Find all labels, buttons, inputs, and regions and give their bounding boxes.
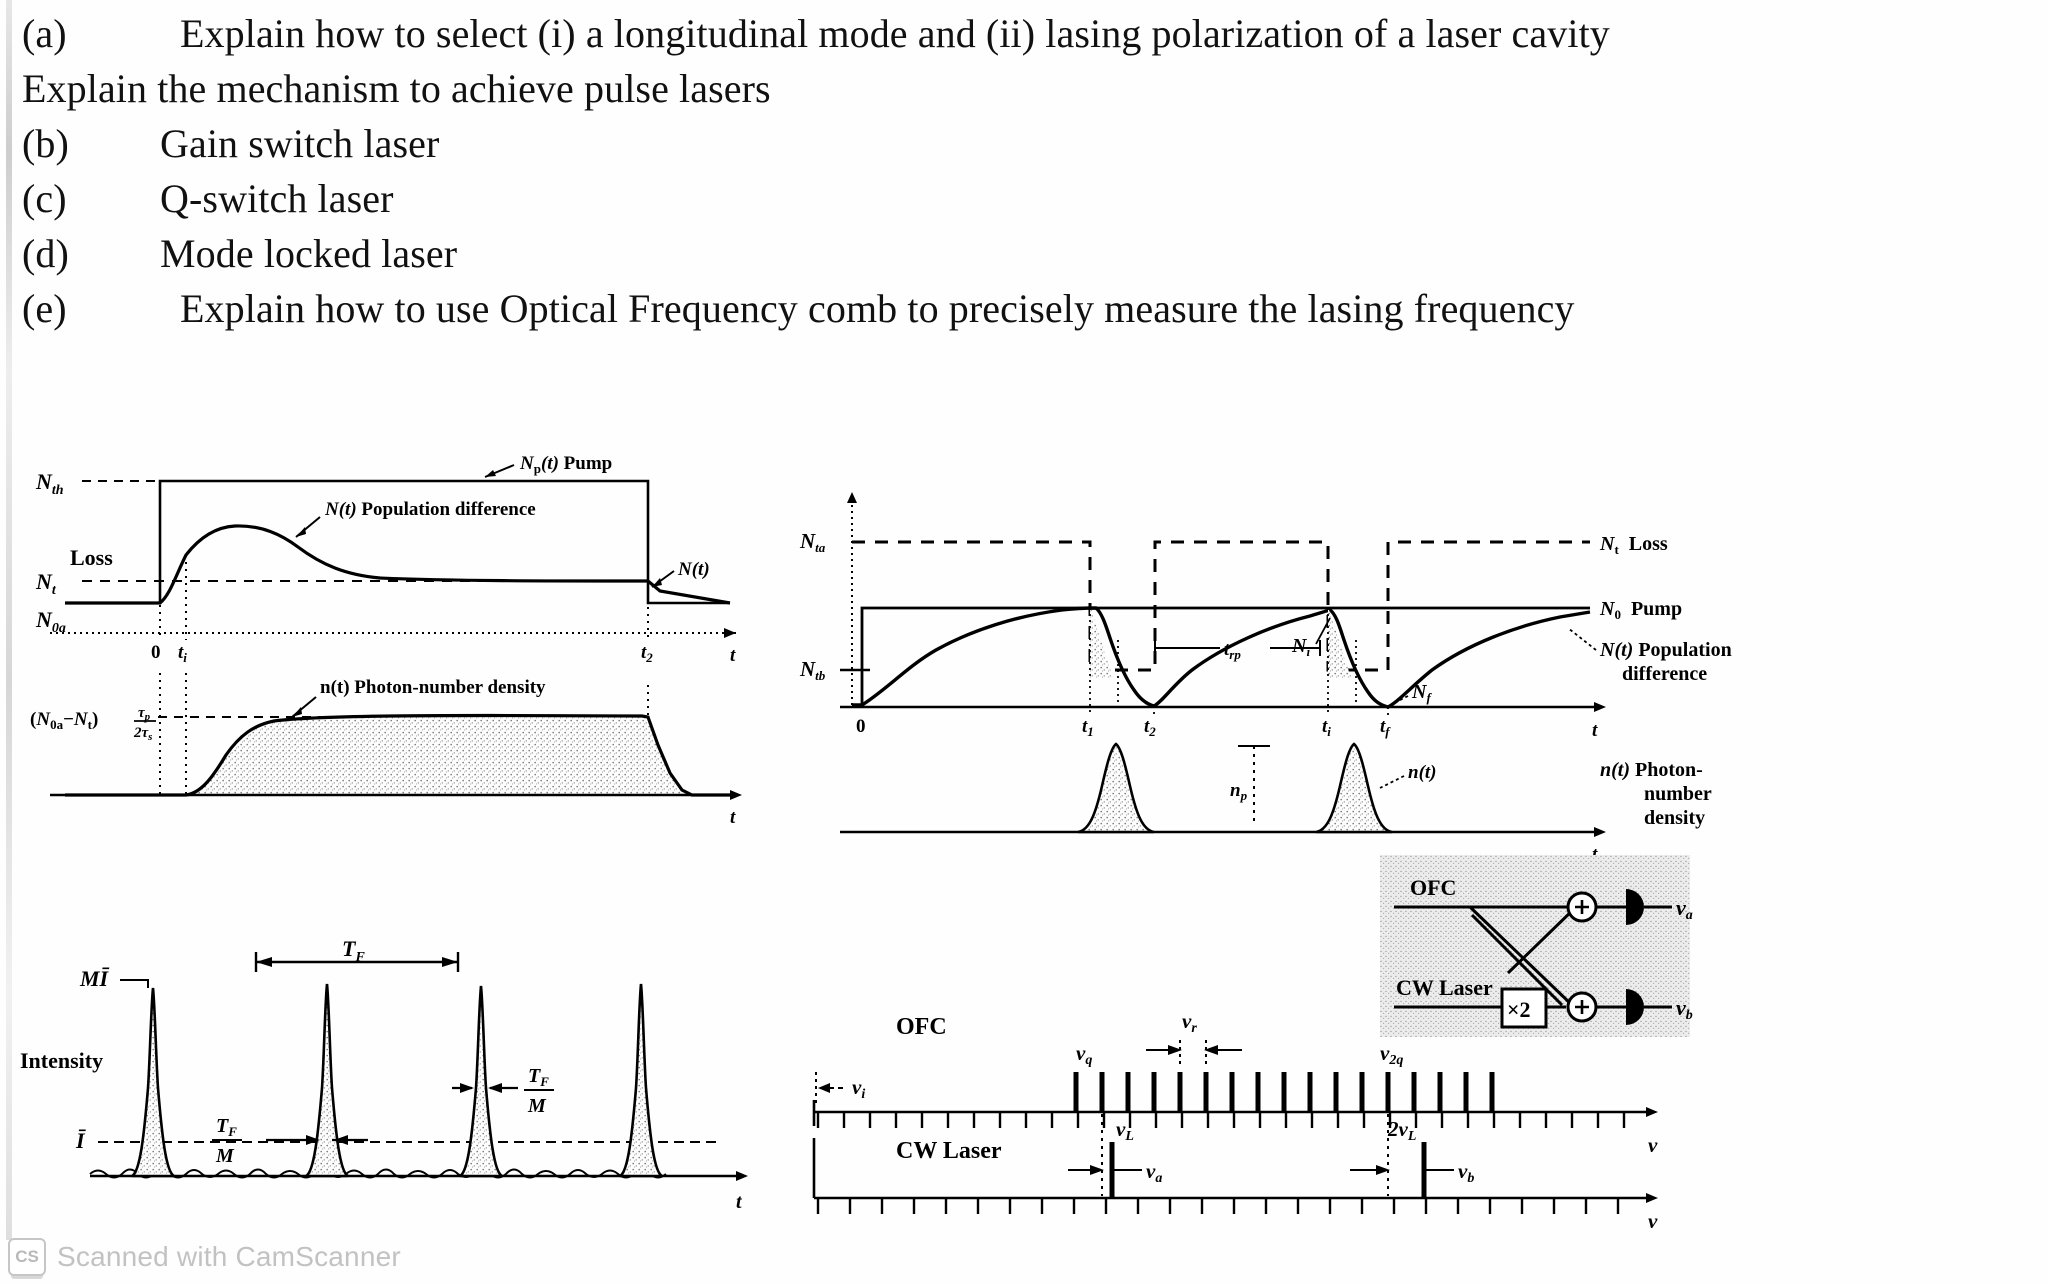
tick-t2: t2	[1144, 716, 1156, 739]
tick-ti: ti	[178, 642, 187, 665]
label-2nu-L: 2νL	[1387, 1117, 1416, 1144]
label-n-0a: N0a	[35, 607, 66, 636]
label-output-nu-a: νa	[1676, 895, 1693, 923]
question-item: (a) Explain how to select (i) a longitud…	[22, 6, 2012, 61]
axis-label-t: t	[736, 1191, 743, 1213]
question-text: Mode locked laser	[160, 231, 458, 276]
question-label: (a)	[22, 11, 67, 56]
axis-label-t-bottom: t	[730, 807, 736, 828]
label-nu-2q: ν2q	[1380, 1041, 1403, 1068]
label-intensity: Intensity	[20, 1048, 103, 1073]
label-loss: Loss	[70, 545, 113, 570]
label-Ibar: Ī	[75, 1128, 86, 1153]
figure-ofc-block-diagram: ×2 OFC CW Laser νa νb	[1380, 855, 1740, 1045]
label-ofc-title: OFC	[896, 1014, 947, 1040]
question-label: (e)	[22, 286, 67, 331]
legend-population: N(t) Population	[1599, 639, 1732, 661]
label-nu-b: νb	[1458, 1159, 1474, 1186]
camscanner-logo: CS	[8, 1238, 46, 1276]
axis-label-nu-upper: ν	[1648, 1133, 1658, 1157]
question-text: Q-switch laser	[160, 176, 394, 221]
figure-q-switch: trp Ni Nf Nta Ntb Nt Loss N0 Pump N(t) P…	[799, 480, 1732, 870]
label-nu-a: νa	[1146, 1159, 1162, 1186]
axis-label-t-upper: t	[1592, 720, 1598, 741]
figure-mode-locked: TF MĪ Ī Intensity TF M TF M t	[20, 936, 780, 1230]
question-text: Explain how to use Optical Frequency com…	[180, 286, 1575, 331]
label-cw-title: CW Laser	[896, 1138, 1002, 1164]
tick-zero: 0	[856, 716, 866, 737]
tick-zero: 0	[151, 642, 161, 663]
figure-gain-switch: Nth Nt N0a Loss Np(t) Pump N(t) Populati…	[30, 453, 790, 845]
question-item: (b) Gain switch laser	[22, 116, 2012, 171]
label-N-f: Nf	[1411, 681, 1432, 705]
pulse-group	[131, 983, 663, 1178]
scanned-page: (a) Explain how to select (i) a longitud…	[0, 0, 2048, 1284]
label-output-nu-b: νb	[1676, 995, 1693, 1023]
label-TF-num-left: TF	[216, 1115, 237, 1139]
label-population-difference: N(t) Population difference	[324, 499, 536, 520]
page-binding-edge	[6, 0, 12, 1240]
legend-pump: N0 Pump	[1599, 598, 1682, 622]
question-list: (a) Explain how to select (i) a longitud…	[22, 4, 2012, 336]
comb-lines	[1073, 1072, 1495, 1112]
label-TF-num-right: TF	[528, 1065, 549, 1089]
label-nu-r: νr	[1182, 1009, 1197, 1036]
label-photon-number-density: n(t) Photon-number density	[320, 677, 546, 698]
label-n-p: np	[1230, 780, 1248, 803]
label-nu-q: νq	[1076, 1041, 1092, 1068]
label-M-Ibar: MĪ	[79, 966, 110, 991]
label-tau-s: 2τs	[133, 725, 152, 743]
label-ofc-input: OFC	[1410, 875, 1456, 900]
tick-t2: t2	[641, 642, 653, 665]
label-nu-L: νL	[1116, 1117, 1134, 1144]
question-text: Gain switch laser	[160, 121, 440, 166]
question-text: Explain the mechanism to achieve pulse l…	[22, 66, 771, 111]
label-N-tb: Ntb	[799, 657, 826, 683]
label-n-t: Nt	[35, 569, 57, 598]
legend-photon-2: number	[1644, 783, 1712, 805]
question-item: (e) Explain how to use Optical Frequency…	[22, 281, 2012, 336]
legend-loss: Nt Loss	[1599, 533, 1668, 557]
label-nu-i: νi	[852, 1075, 865, 1102]
label-M-den-right: M	[527, 1095, 547, 1117]
camscanner-watermark: CS Scanned with CamScanner	[8, 1238, 401, 1276]
question-item: Explain the mechanism to achieve pulse l…	[22, 61, 2012, 116]
question-item: (c) Q-switch laser	[22, 171, 2012, 226]
question-label: (c)	[22, 176, 67, 221]
label-N-ta: Nta	[799, 529, 826, 555]
question-label: (b)	[22, 121, 69, 166]
legend-population-2: difference	[1622, 663, 1707, 685]
label-cw-input: CW Laser	[1396, 975, 1493, 1000]
camscanner-text: Scanned with CamScanner	[57, 1241, 401, 1272]
question-label: (d)	[22, 231, 69, 276]
legend-photon-3: density	[1644, 807, 1705, 829]
axis-label-t-top: t	[730, 645, 736, 666]
label-period-TF: TF	[342, 936, 365, 965]
label-n-threshold: Nth	[35, 469, 64, 498]
label-nt-callout: n(t)	[1408, 762, 1437, 783]
legend-photon: n(t) Photon-	[1600, 759, 1703, 781]
tick-t1: t1	[1082, 716, 1094, 739]
tick-tf: tf	[1380, 716, 1391, 739]
label-photon-steady-level: (N0a−Nt)	[30, 709, 98, 732]
tick-ti: ti	[1322, 716, 1331, 739]
axis-label-nu-lower: ν	[1648, 1209, 1658, 1233]
label-doubler: ×2	[1507, 997, 1531, 1022]
label-M-den-left: M	[215, 1145, 235, 1167]
label-nt-callout: N(t)	[677, 559, 710, 580]
label-pump: Np(t) Pump	[519, 453, 612, 476]
question-item: (d) Mode locked laser	[22, 226, 2012, 281]
question-text: Explain how to select (i) a longitudinal…	[180, 11, 1610, 56]
label-N-i: Ni	[1291, 635, 1310, 659]
